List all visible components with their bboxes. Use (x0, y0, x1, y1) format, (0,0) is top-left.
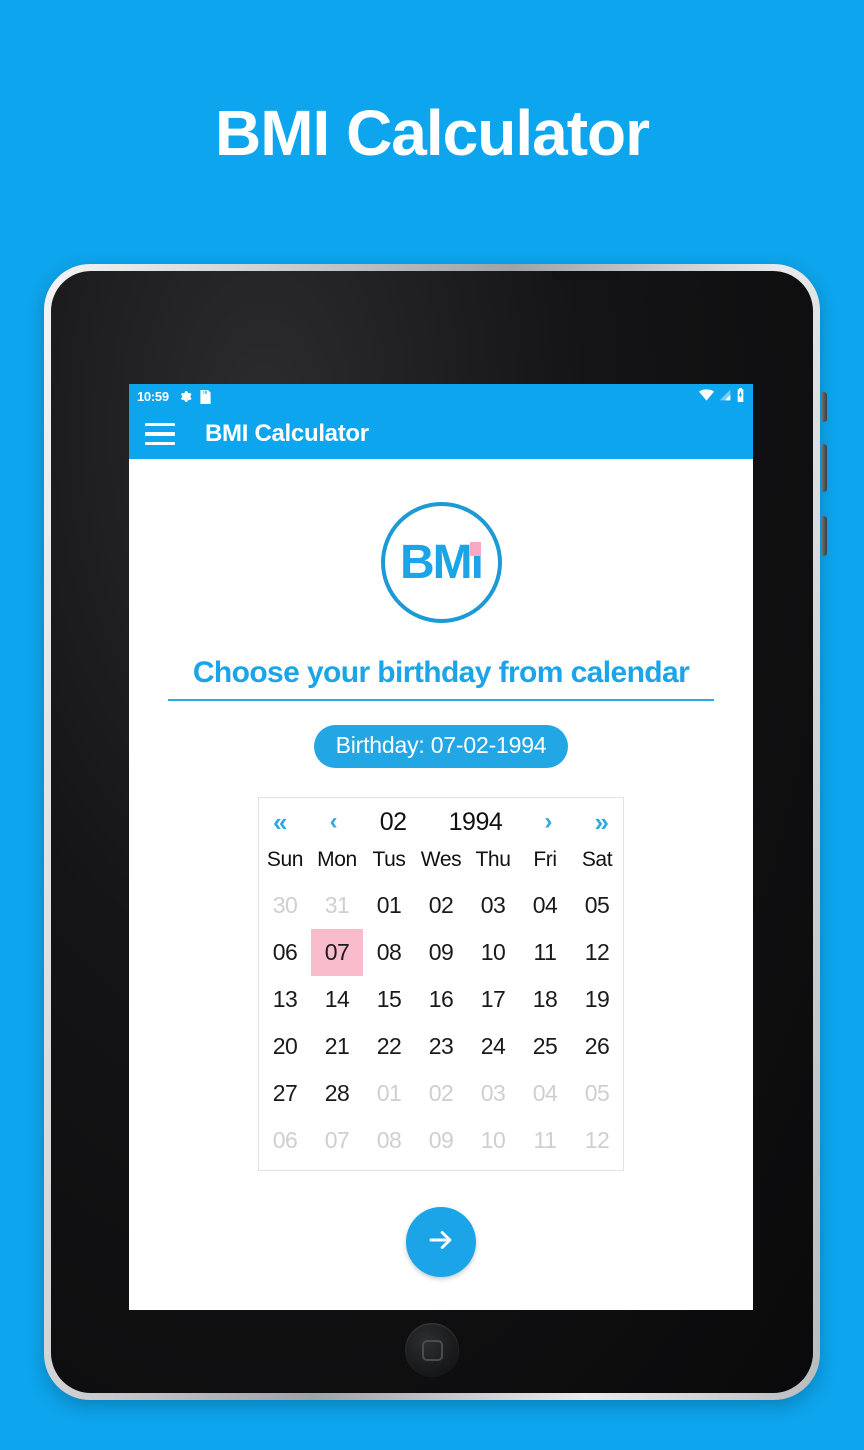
calendar-day[interactable]: 22 (363, 1023, 415, 1070)
calendar-day[interactable]: 03 (467, 882, 519, 929)
calendar-day[interactable]: 05 (571, 882, 623, 929)
hamburger-line (145, 432, 175, 436)
calendar-day[interactable]: 31 (311, 882, 363, 929)
promo-title: BMI Calculator (214, 97, 650, 169)
next-button[interactable] (406, 1207, 476, 1277)
promo-page: BMI Calculator 10:59 BMI Calculator BMi … (0, 0, 864, 1450)
status-bar-time: 10:59 (137, 389, 169, 404)
calendar-day[interactable]: 12 (571, 929, 623, 976)
next-year-button[interactable]: » (595, 809, 609, 835)
calendar-day-selected[interactable]: 07 (311, 929, 363, 976)
calendar-day[interactable]: 06 (259, 929, 311, 976)
calendar-day[interactable]: 03 (467, 1070, 519, 1117)
wifi-icon (699, 389, 714, 404)
calendar-day[interactable]: 13 (259, 976, 311, 1023)
tablet-body: 10:59 BMI Calculator BMi Choose your bir… (51, 271, 813, 1393)
signal-icon (719, 389, 731, 404)
calendar-day[interactable]: 08 (363, 1117, 415, 1164)
hamburger-line (145, 422, 175, 427)
calendar-day[interactable]: 05 (571, 1070, 623, 1117)
calendar-day[interactable]: 01 (363, 1070, 415, 1117)
calendar-day[interactable]: 25 (519, 1023, 571, 1070)
prev-month-button[interactable]: ‹ (330, 810, 338, 834)
prev-year-button[interactable]: « (273, 809, 287, 835)
calendar-day[interactable]: 01 (363, 882, 415, 929)
calendar-days-grid: 30 31 01 02 03 04 05 06 07 08 09 10 11 12 13 14 15 16 17 18… (259, 882, 623, 1164)
status-bar-right-icons (699, 388, 745, 405)
tablet-device-frame: 10:59 BMI Calculator BMi Choose your bir… (44, 264, 827, 1400)
side-button-middle[interactable] (821, 444, 827, 492)
calendar-day-header: Fri (533, 848, 557, 871)
hamburger-menu-icon[interactable] (145, 422, 175, 446)
calendar-day-header: Thu (475, 848, 511, 871)
calendar-day[interactable]: 07 (311, 1117, 363, 1164)
calendar-month-label[interactable]: 02 (380, 808, 407, 837)
home-button[interactable] (405, 1323, 459, 1377)
calendar-day[interactable]: 08 (363, 929, 415, 976)
calendar-day[interactable]: 12 (571, 1117, 623, 1164)
calendar-day[interactable]: 30 (259, 882, 311, 929)
screen-content: BMi Choose your birthday from calendar B… (129, 502, 753, 1277)
calendar-day[interactable]: 02 (415, 882, 467, 929)
sd-card-icon (200, 389, 211, 404)
calendar-day[interactable]: 04 (519, 882, 571, 929)
calendar-day[interactable]: 26 (571, 1023, 623, 1070)
next-month-button[interactable]: › (544, 810, 552, 834)
app-bar-title: BMI Calculator (205, 420, 369, 447)
home-square-icon (421, 1339, 443, 1361)
calendar-day[interactable]: 06 (259, 1117, 311, 1164)
calendar-day[interactable]: 19 (571, 976, 623, 1023)
calendar-day-headers: Sun Mon Tus Wes Thu Fri Sat (259, 842, 623, 882)
calendar-day[interactable]: 20 (259, 1023, 311, 1070)
calendar-day-header: Sat (581, 848, 613, 871)
calendar-day[interactable]: 28 (311, 1070, 363, 1117)
calendar-day[interactable]: 24 (467, 1023, 519, 1070)
calendar-day-header: Wes (420, 848, 462, 871)
calendar-day[interactable]: 09 (415, 1117, 467, 1164)
calendar-day[interactable]: 11 (519, 1117, 571, 1164)
calendar-day[interactable]: 16 (415, 976, 467, 1023)
battery-icon (736, 388, 745, 405)
calendar-day[interactable]: 10 (467, 1117, 519, 1164)
calendar-day[interactable]: 15 (363, 976, 415, 1023)
tablet-screen: 10:59 BMI Calculator BMi Choose your bir… (129, 384, 753, 1310)
logo-pink-dot-icon (469, 541, 481, 556)
next-button-container (129, 1207, 753, 1277)
calendar-day[interactable]: 10 (467, 929, 519, 976)
calendar-day[interactable]: 09 (415, 929, 467, 976)
calendar-day-header: Sun (266, 848, 304, 871)
hamburger-line (145, 441, 175, 446)
arrow-right-icon (426, 1225, 456, 1260)
calendar-day[interactable]: 21 (311, 1023, 363, 1070)
calendar-day[interactable]: 11 (519, 929, 571, 976)
calendar-day[interactable]: 23 (415, 1023, 467, 1070)
side-button-bottom[interactable] (821, 516, 827, 556)
calendar-day[interactable]: 18 (519, 976, 571, 1023)
calendar-day-header: Mon (317, 848, 357, 871)
calendar-year-label[interactable]: 1994 (449, 808, 503, 837)
calendar-day[interactable]: 04 (519, 1070, 571, 1117)
side-button-top[interactable] (821, 392, 827, 422)
logo-text: BMi (400, 535, 484, 589)
calendar-day[interactable]: 27 (259, 1070, 311, 1117)
calendar-day[interactable]: 17 (467, 976, 519, 1023)
speaker-notch (552, 271, 618, 280)
app-logo-container: BMi (129, 502, 753, 623)
calendar-day-header: Tus (372, 848, 406, 871)
status-bar: 10:59 (129, 384, 753, 409)
page-heading: Choose your birthday from calendar (168, 656, 714, 701)
calendar-day[interactable]: 14 (311, 976, 363, 1023)
date-picker-calendar: « ‹ 02 1994 › » Sun Mon Tus Wes Thu Fri … (258, 797, 624, 1171)
birthday-badge[interactable]: Birthday: 07-02-1994 (313, 725, 569, 768)
calendar-nav: « ‹ 02 1994 › » (259, 802, 623, 842)
calendar-day[interactable]: 02 (415, 1070, 467, 1117)
gear-icon (179, 390, 192, 403)
app-bar: BMI Calculator (129, 409, 753, 459)
bmi-logo-icon: BMi (380, 502, 502, 623)
